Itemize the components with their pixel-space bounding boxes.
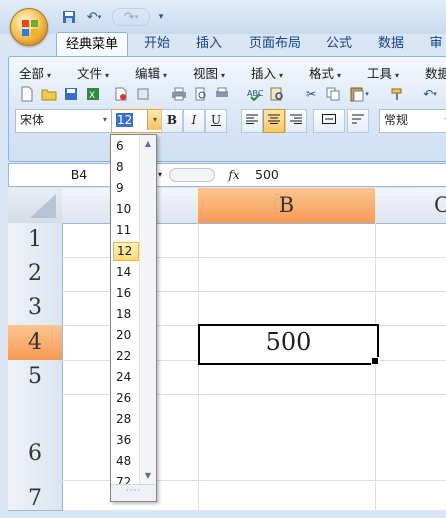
column-header-c[interactable]: C [375,188,446,224]
insert-function-button[interactable]: fx [224,166,244,184]
copy-icon[interactable] [323,84,343,104]
grid-line [198,223,199,510]
select-all-triangle-icon [30,194,56,218]
customize-quick-access-icon[interactable]: ▾ [154,8,168,26]
font-size-combo[interactable]: 12 ▾ [111,109,163,133]
permission-icon[interactable] [111,84,131,104]
save-icon[interactable] [61,84,81,104]
font-size-option[interactable]: 28 [113,410,139,429]
font-size-option[interactable]: 20 [113,326,139,345]
font-size-option[interactable]: 12 [113,242,139,261]
formula-input[interactable]: 500 [255,164,279,186]
menu-tools[interactable]: 工具 ▾ [367,63,399,82]
font-size-option[interactable]: 16 [113,284,139,303]
spelling-icon[interactable]: ABC [245,84,265,104]
menu-file[interactable]: 文件 ▾ [77,63,109,82]
font-size-dropdown: 6 8 9 10 11 12 14 16 18 20 22 24 26 28 36 48 72 ▲ ▼ ···· [110,134,157,502]
excel-icon[interactable]: X [83,84,103,104]
align-right-icon[interactable] [285,109,307,133]
font-size-option[interactable]: 10 [113,200,139,219]
chevron-down-icon[interactable]: ▾ [98,110,112,130]
cut-icon[interactable]: ✂ [301,84,321,104]
chevron-down-icon[interactable]: ▾ [147,110,162,130]
svg-text:ABC: ABC [247,89,263,98]
grid-line [375,223,376,510]
row-header-3[interactable]: 3 [8,291,63,326]
tab-page-layout[interactable]: 页面布局 [240,32,310,56]
fill-handle[interactable] [371,357,379,365]
wrap-text-icon[interactable] [347,109,369,133]
font-name-value: 宋体 [20,113,45,127]
font-size-option[interactable]: 11 [113,221,139,240]
office-logo-icon [22,20,38,36]
print-preview-icon[interactable] [191,84,211,104]
menu-data[interactable]: 数据 [425,63,446,82]
row-header-1[interactable]: 1 [8,223,63,258]
bold-button[interactable]: B [161,109,183,133]
underline-button[interactable]: U [205,109,227,133]
active-cell-b4[interactable]: 500 [198,324,379,365]
menu-edit[interactable]: 编辑 ▾ [135,63,167,82]
tab-classic-menu[interactable]: 经典菜单 [56,32,128,57]
scroll-down-icon[interactable]: ▼ [140,469,156,483]
row-header-4[interactable]: 4 [8,325,63,361]
tab-home[interactable]: 开始 [134,32,180,56]
font-size-option[interactable]: 9 [113,179,139,198]
number-format-combo[interactable]: 常规 ▾ [379,109,446,133]
paste-icon[interactable]: ▾ [345,84,373,104]
worksheet-grid: B C 1 2 3 4 5 6 7 500 [8,188,446,511]
scroll-up-icon[interactable]: ▲ [140,137,156,151]
attachment-icon[interactable] [133,84,153,104]
font-size-option[interactable]: 24 [113,368,139,387]
font-size-option[interactable]: 8 [113,158,139,177]
select-all-corner[interactable] [8,188,63,224]
research-icon[interactable] [267,84,287,104]
print-icon[interactable] [169,84,189,104]
font-size-option[interactable]: 6 [113,137,139,156]
row-header-6[interactable]: 6 [8,394,63,481]
font-size-option[interactable]: 26 [113,389,139,408]
font-size-option[interactable]: 48 [113,452,139,471]
font-size-value: 12 [116,113,134,127]
font-name-combo[interactable]: 宋体 ▾ [15,109,113,133]
tab-data[interactable]: 数据 [368,32,414,56]
undo-icon[interactable]: ↶ ▾ [415,84,445,104]
resize-grip[interactable]: ···· [111,484,156,501]
format-painter-icon[interactable] [387,84,407,104]
menu-all[interactable]: 全部 ▾ [19,63,51,82]
office-button[interactable] [10,8,48,46]
ribbon-tabs: 经典菜单 开始 插入 页面布局 公式 数据 审 [0,30,446,57]
open-folder-icon[interactable] [39,84,59,104]
redo-icon[interactable]: ↷ ▾ [112,8,150,26]
formula-bar: B4 ▾ fx 500 [8,163,446,187]
font-size-option[interactable]: 18 [113,305,139,324]
font-size-option[interactable]: 36 [113,431,139,450]
menu-view[interactable]: 视图 ▾ [193,63,225,82]
menu-insert[interactable]: 插入 ▾ [251,63,283,82]
align-center-icon[interactable] [263,109,285,133]
number-format-value: 常规 [384,113,409,127]
column-header-b[interactable]: B [198,188,376,224]
menu-format[interactable]: 格式 ▾ [309,63,341,82]
quick-print-icon[interactable] [213,84,233,104]
chevron-down-icon[interactable]: ▾ [440,110,446,130]
undo-icon[interactable]: ↶ ▾ [82,8,106,26]
merge-center-icon[interactable] [313,109,345,133]
ribbon: 全部 ▾ 文件 ▾ 编辑 ▾ 视图 ▾ 插入 ▾ 格式 ▾ 工具 ▾ 数据 X ABC ✂ ▾… [8,56,446,162]
tab-review[interactable]: 审 [426,32,446,56]
save-icon[interactable] [60,8,78,26]
svg-text:X: X [89,91,95,101]
font-size-option[interactable]: 14 [113,263,139,282]
dropdown-scrollbar[interactable]: ▲ ▼ [139,135,156,485]
row-header-2[interactable]: 2 [8,257,63,292]
formula-bar-expander[interactable] [169,168,215,182]
italic-button[interactable]: I [183,109,205,133]
align-left-icon[interactable] [241,109,263,133]
font-size-option[interactable]: 22 [113,347,139,366]
row-header-7[interactable]: 7 [8,480,63,511]
tab-insert[interactable]: 插入 [186,32,232,56]
new-document-icon[interactable] [17,84,37,104]
tab-formulas[interactable]: 公式 [316,32,362,56]
row-header-5[interactable]: 5 [8,360,63,395]
